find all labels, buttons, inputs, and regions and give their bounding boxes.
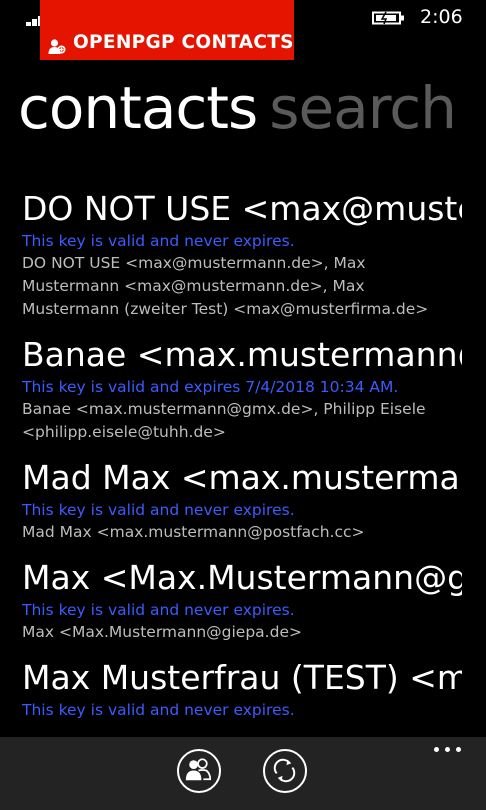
user-ids: DO NOT USE <max@mustermann.de>, Max Must…: [22, 254, 429, 318]
contact-name: Mad Max <max.mustermann@postfach.cc>: [22, 458, 462, 497]
app-title: OPENPGP CONTACTS: [73, 32, 294, 53]
battery-charging-icon: [372, 11, 404, 25]
user-ids: Mad Max <max.mustermann@postfach.cc>: [22, 523, 365, 541]
contact-name: Max Musterfrau (TEST) <max: [22, 658, 462, 697]
user-ids: Max <Max.Mustermann@giepa.de>: [22, 623, 302, 641]
list-item[interactable]: Mad Max <max.mustermann@postfach.cc> Thi…: [22, 457, 462, 544]
app-bar: [0, 737, 486, 810]
key-validity: This key is valid and never expires.: [22, 601, 295, 619]
sync-button[interactable]: [263, 749, 307, 793]
key-validity: This key is valid and never expires.: [22, 232, 295, 250]
key-validity: This key is valid and expires 7/4/2018 1…: [22, 378, 399, 396]
more-icon[interactable]: [434, 747, 464, 755]
list-item[interactable]: Max <Max.Mustermann@giepa.de> This key i…: [22, 557, 462, 644]
contact-name: Banae <max.mustermann@gmx.de>: [22, 335, 462, 374]
app-title-banner: OPENPGP CONTACTS: [40, 0, 294, 60]
pivot-tab-contacts[interactable]: contacts: [18, 74, 258, 142]
contact-name: Max <Max.Mustermann@giepa.de>: [22, 558, 462, 597]
people-icon: [185, 758, 212, 781]
user-ids: Banae <max.mustermann@gmx.de>, Philipp E…: [22, 400, 426, 441]
list-item[interactable]: DO NOT USE <max@mustermann.de> This key …: [22, 188, 462, 321]
key-validity: This key is valid and never expires.: [22, 501, 295, 519]
app-contacts-icon: [48, 39, 66, 54]
contact-name: DO NOT USE <max@mustermann.de>: [22, 189, 462, 228]
pivot-header: contacts search: [18, 68, 457, 148]
list-item[interactable]: Max Musterfrau (TEST) <max This key is v…: [22, 657, 462, 721]
contacts-list[interactable]: DO NOT USE <max@mustermann.de> This key …: [22, 188, 462, 736]
pivot-tab-search[interactable]: search: [269, 74, 457, 142]
key-validity: This key is valid and never expires.: [22, 701, 295, 719]
list-item[interactable]: Banae <max.mustermann@gmx.de> This key i…: [22, 334, 462, 444]
contacts-button[interactable]: [177, 749, 221, 793]
clock: 2:06: [420, 6, 463, 28]
sync-icon: [273, 758, 296, 783]
